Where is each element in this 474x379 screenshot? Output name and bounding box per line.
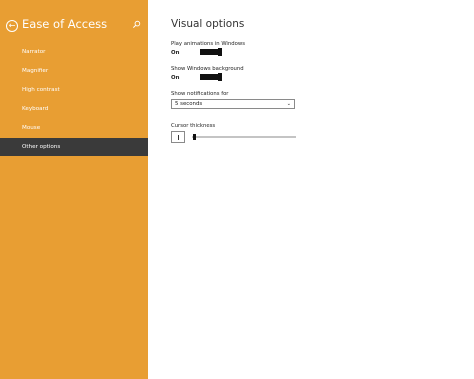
sidebar-item-keyboard[interactable]: Keyboard	[0, 100, 148, 118]
cursor-thickness-label: Cursor thickness	[171, 123, 216, 129]
cursor-thickness-slider-track[interactable]	[192, 136, 296, 138]
notifications-dropdown[interactable]: 5 seconds ⌄	[171, 99, 295, 109]
cursor-preview	[171, 131, 185, 143]
sidebar: ← Ease of Access Narrator Magnifier High…	[0, 0, 148, 379]
play-animations-label: Play animations in Windows	[171, 41, 245, 47]
main-panel: Visual options Play animations in Window…	[148, 0, 474, 379]
show-background-toggle[interactable]	[200, 73, 222, 81]
chevron-down-icon: ⌄	[286, 101, 291, 107]
back-button[interactable]: ←	[6, 20, 18, 32]
show-background-state: On	[171, 75, 180, 81]
toggle-thumb[interactable]	[218, 73, 222, 81]
toggle-thumb[interactable]	[218, 48, 222, 56]
show-background-label: Show Windows background	[171, 66, 244, 72]
back-arrow-icon: ←	[8, 21, 16, 30]
cursor-preview-bar	[178, 135, 179, 140]
play-animations-state: On	[171, 50, 180, 56]
sidebar-title: Ease of Access	[22, 17, 108, 31]
sidebar-item-other-options[interactable]: Other options	[0, 138, 148, 156]
sidebar-item-narrator[interactable]: Narrator	[0, 43, 148, 61]
play-animations-toggle[interactable]	[200, 48, 222, 56]
notifications-value: 5 seconds	[175, 101, 203, 107]
sidebar-item-mouse[interactable]: Mouse	[0, 119, 148, 137]
page-title: Visual options	[171, 18, 245, 30]
search-icon[interactable]	[132, 20, 141, 29]
sidebar-item-magnifier[interactable]: Magnifier	[0, 62, 148, 80]
cursor-thickness-slider-thumb[interactable]	[193, 134, 196, 140]
notifications-label: Show notifications for	[171, 91, 229, 97]
sidebar-item-high-contrast[interactable]: High contrast	[0, 81, 148, 99]
